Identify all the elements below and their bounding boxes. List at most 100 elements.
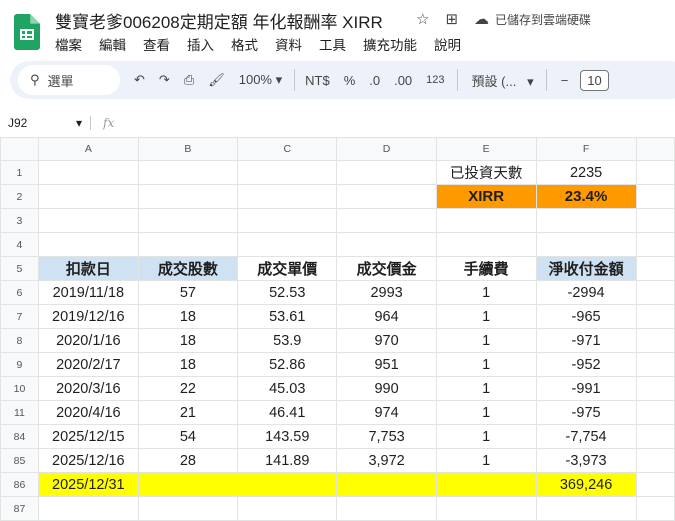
column-header[interactable]: C — [237, 137, 338, 161]
menu-search[interactable]: ⚲ 選單 — [18, 65, 120, 95]
cell[interactable]: 1 — [435, 400, 537, 425]
increase-decimal-button[interactable]: .00 — [394, 73, 412, 88]
xirr-value[interactable]: 23.4% — [535, 184, 637, 209]
header-price[interactable]: 成交單價 — [237, 256, 338, 281]
header-fee[interactable]: 手續費 — [435, 256, 537, 281]
zoom-select[interactable]: 100% ▾ — [239, 72, 282, 88]
cell[interactable]: 1 — [435, 304, 537, 329]
final-date[interactable]: 2025/12/31 — [37, 472, 139, 497]
cell[interactable]: 143.59 — [237, 424, 338, 449]
cell[interactable]: 2025/12/15 — [37, 424, 139, 449]
cell[interactable]: 2020/3/16 — [37, 376, 139, 401]
cell[interactable]: 18 — [137, 304, 239, 329]
final-value[interactable]: 369,246 — [535, 472, 637, 497]
cell[interactable]: 54 — [137, 424, 239, 449]
divider — [456, 69, 458, 91]
cell[interactable]: 45.03 — [237, 376, 338, 401]
menu-help[interactable]: 說明 — [434, 34, 461, 54]
menu-bar: 檔案 編輯 查看 插入 格式 資料 工具 擴充功能 說明 — [55, 34, 461, 54]
header-shares[interactable]: 成交股數 — [137, 256, 239, 281]
cell[interactable]: -971 — [535, 328, 637, 353]
column-header[interactable]: F — [535, 137, 637, 161]
cell[interactable]: 1 — [435, 328, 537, 353]
cell[interactable]: 18 — [137, 352, 239, 377]
cell[interactable]: -3,973 — [535, 448, 637, 473]
cell[interactable]: 46.41 — [237, 400, 338, 425]
cell[interactable]: 2025/12/16 — [37, 448, 139, 473]
cell[interactable]: 53.61 — [237, 304, 338, 329]
select-all[interactable] — [0, 137, 39, 161]
menu-data[interactable]: 資料 — [275, 34, 302, 54]
cell[interactable]: 22 — [137, 376, 239, 401]
days-value[interactable]: 2235 — [535, 160, 637, 185]
move-folder-icon[interactable]: ⊞ — [445, 10, 458, 28]
cell[interactable]: 52.86 — [237, 352, 338, 377]
xirr-label[interactable]: XIRR — [435, 184, 537, 209]
column-header[interactable]: B — [137, 137, 239, 161]
menu-insert[interactable]: 插入 — [187, 34, 214, 54]
menu-extensions[interactable]: 擴充功能 — [363, 34, 417, 54]
cell[interactable]: 1 — [435, 448, 537, 473]
cell[interactable]: 18 — [137, 328, 239, 353]
menu-view[interactable]: 查看 — [143, 34, 170, 54]
header-date[interactable]: 扣款日 — [37, 256, 139, 281]
cell[interactable]: 2019/11/18 — [37, 280, 139, 305]
column-header[interactable]: D — [336, 137, 437, 161]
cell[interactable]: 1 — [435, 352, 537, 377]
font-size-input[interactable]: 10 — [580, 69, 609, 91]
cell[interactable]: 951 — [336, 352, 437, 377]
star-icon[interactable]: ☆ — [416, 10, 429, 28]
cell[interactable]: 57 — [137, 280, 239, 305]
cell[interactable]: 1 — [435, 280, 537, 305]
font-select[interactable]: 預設 (... ▾ — [472, 71, 534, 90]
column-header[interactable]: E — [435, 137, 537, 161]
days-label[interactable]: 已投資天數 — [435, 160, 537, 185]
menu-tools[interactable]: 工具 — [319, 34, 346, 54]
undo-icon[interactable]: ↶ — [134, 72, 145, 88]
column-header[interactable]: A — [37, 137, 139, 161]
cell[interactable]: 970 — [336, 328, 437, 353]
cell[interactable]: -2994 — [535, 280, 637, 305]
cell[interactable]: 3,972 — [336, 448, 437, 473]
cell[interactable]: -991 — [535, 376, 637, 401]
number-format-button[interactable]: 123 — [426, 74, 444, 86]
cell[interactable]: 28 — [137, 448, 239, 473]
cell[interactable]: 2019/12/16 — [37, 304, 139, 329]
cell[interactable]: -7,754 — [535, 424, 637, 449]
cell[interactable]: 7,753 — [336, 424, 437, 449]
cell[interactable]: 974 — [336, 400, 437, 425]
font-size-decrease[interactable]: − — [561, 73, 569, 88]
header-amount[interactable]: 成交價金 — [336, 256, 437, 281]
cell[interactable]: 990 — [336, 376, 437, 401]
cell[interactable]: 2020/1/16 — [37, 328, 139, 353]
header-net[interactable]: 淨收付金額 — [535, 256, 637, 281]
cell[interactable]: 52.53 — [237, 280, 338, 305]
cell[interactable]: 141.89 — [237, 448, 338, 473]
paint-format-icon[interactable]: 🖌 — [208, 72, 225, 88]
cell[interactable]: 964 — [336, 304, 437, 329]
redo-icon[interactable]: ↷ — [159, 72, 170, 88]
cell[interactable]: 2020/2/17 — [37, 352, 139, 377]
cell[interactable]: 1 — [435, 376, 537, 401]
percent-button[interactable]: % — [344, 73, 356, 88]
menu-edit[interactable]: 編輯 — [99, 34, 126, 54]
decrease-decimal-button[interactable]: .0 — [369, 73, 380, 88]
menu-format[interactable]: 格式 — [231, 34, 258, 54]
search-icon: ⚲ — [30, 72, 40, 87]
sheets-logo[interactable] — [14, 14, 40, 50]
cell[interactable]: -965 — [535, 304, 637, 329]
cell[interactable]: 53.9 — [237, 328, 338, 353]
cloud-saved-icon[interactable]: ☁ — [474, 10, 489, 28]
cell[interactable]: -952 — [535, 352, 637, 377]
cell[interactable]: -975 — [535, 400, 637, 425]
currency-button[interactable]: NT$ — [305, 73, 330, 88]
table-row: 7 2019/12/16 18 53.61 964 1 -965 — [0, 304, 675, 329]
cell[interactable]: 2993 — [336, 280, 437, 305]
cell[interactable]: 21 — [137, 400, 239, 425]
print-icon[interactable]: ⎙ — [184, 72, 194, 88]
menu-file[interactable]: 檔案 — [55, 34, 82, 54]
cell[interactable]: 1 — [435, 424, 537, 449]
cell[interactable]: 2020/4/16 — [37, 400, 139, 425]
name-box[interactable]: J92 ▾ — [0, 116, 90, 130]
document-title[interactable]: 雙寶老爹006208定期定額 年化報酬率 XIRR — [55, 8, 383, 33]
